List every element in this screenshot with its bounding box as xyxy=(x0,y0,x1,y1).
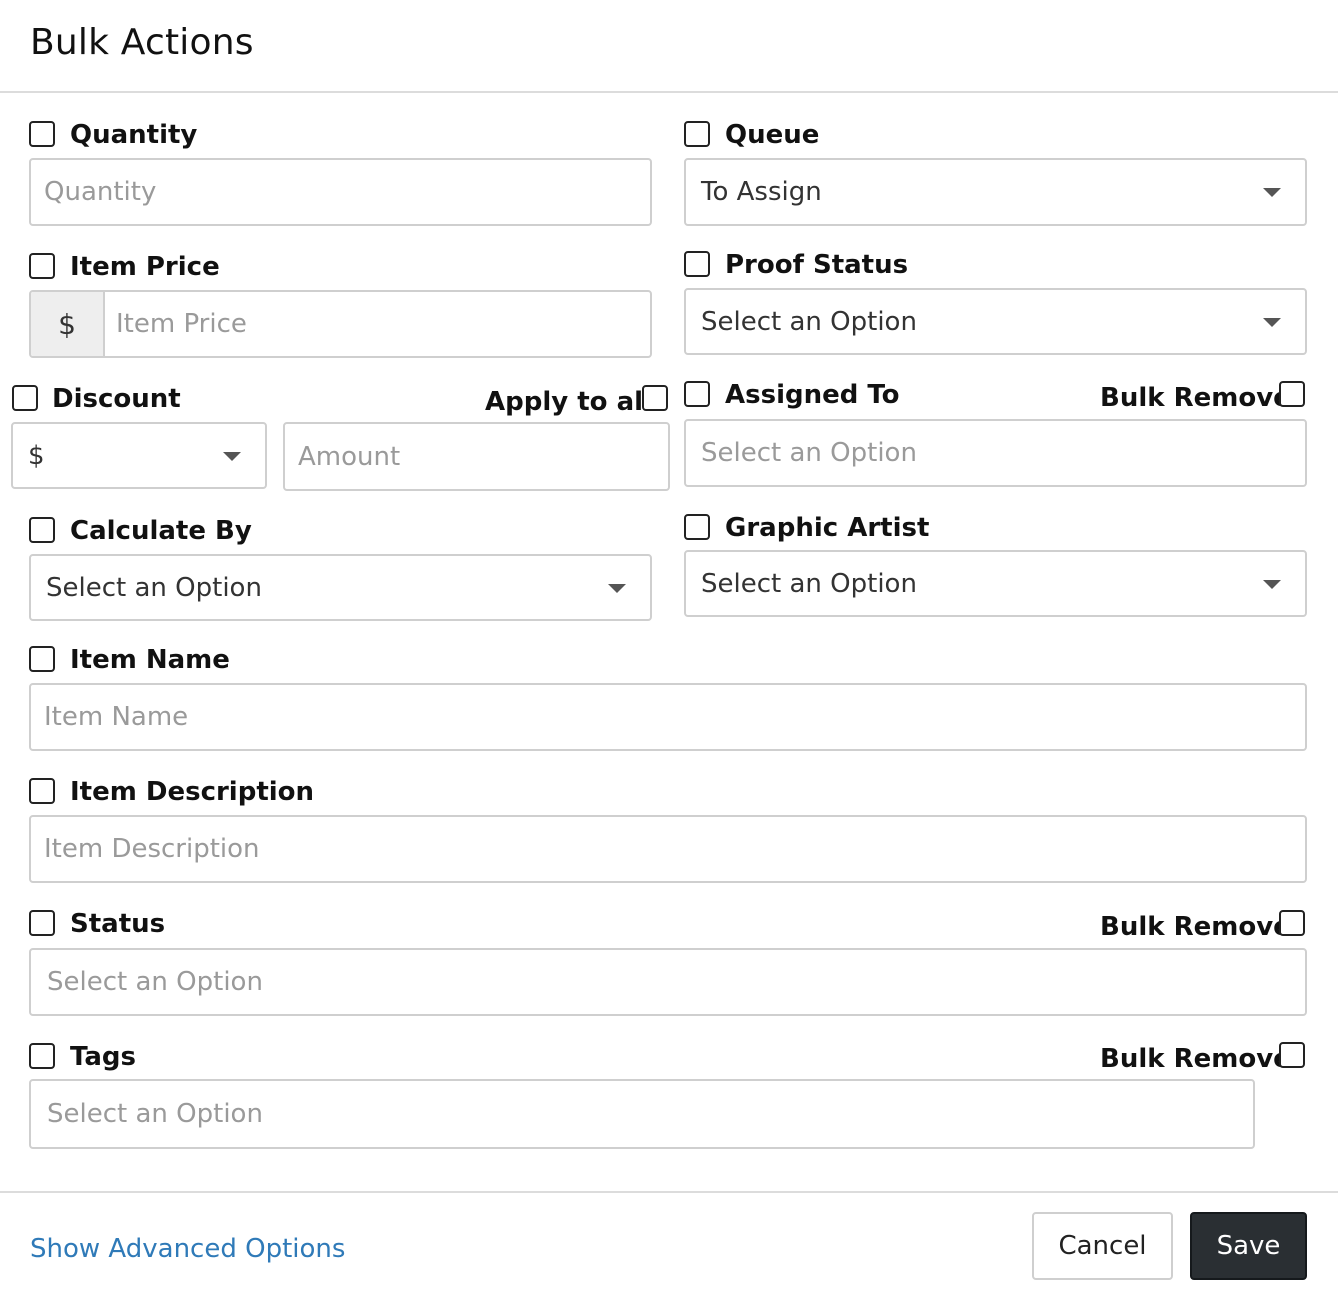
discount-type-select[interactable]: $ xyxy=(11,422,267,489)
dollar-prefix: $ xyxy=(31,292,105,356)
item-price-input[interactable]: $ Item Price xyxy=(29,290,652,358)
queue-label: Queue xyxy=(725,120,820,150)
header-divider xyxy=(0,91,1338,93)
show-advanced-options-link[interactable]: Show Advanced Options xyxy=(30,1234,345,1264)
item-description-label: Item Description xyxy=(70,777,315,807)
tags-checkbox[interactable] xyxy=(29,1043,55,1069)
caret-down-icon xyxy=(223,452,241,461)
discount-label: Discount xyxy=(52,384,181,414)
quantity-input[interactable]: Quantity xyxy=(29,158,652,226)
status-select[interactable]: Select an Option xyxy=(29,948,1307,1016)
item-price-label: Item Price xyxy=(70,252,220,282)
assigned-to-placeholder: Select an Option xyxy=(701,438,917,468)
assigned-to-label: Assigned To xyxy=(725,380,900,410)
item-description-input[interactable]: Item Description xyxy=(29,815,1307,883)
caret-down-icon xyxy=(1263,318,1281,327)
proof-status-label: Proof Status xyxy=(725,250,909,280)
item-description-checkbox[interactable] xyxy=(29,778,55,804)
cancel-button[interactable]: Cancel xyxy=(1032,1212,1173,1280)
item-name-checkbox[interactable] xyxy=(29,646,55,672)
assigned-to-checkbox[interactable] xyxy=(684,381,710,407)
status-checkbox[interactable] xyxy=(29,910,55,936)
tags-placeholder: Select an Option xyxy=(47,1099,263,1129)
graphic-artist-select[interactable]: Select an Option xyxy=(684,550,1307,617)
calculate-by-select[interactable]: Select an Option xyxy=(29,554,652,621)
graphic-artist-label: Graphic Artist xyxy=(725,513,930,543)
graphic-artist-value: Select an Option xyxy=(701,568,917,599)
item-price-checkbox[interactable] xyxy=(29,253,55,279)
status-label: Status xyxy=(70,909,166,939)
discount-type-value: $ xyxy=(28,440,45,471)
calculate-by-label: Calculate By xyxy=(70,516,252,546)
assigned-to-bulk-remove-label: Bulk Remove xyxy=(1100,383,1291,413)
status-bulk-remove-checkbox[interactable] xyxy=(1279,910,1305,936)
save-button[interactable]: Save xyxy=(1190,1212,1307,1280)
discount-amount-placeholder: Amount xyxy=(298,441,401,472)
proof-status-select[interactable]: Select an Option xyxy=(684,288,1307,355)
dialog-title: Bulk Actions xyxy=(30,22,254,63)
proof-status-checkbox[interactable] xyxy=(684,251,710,277)
footer-divider xyxy=(0,1191,1338,1193)
caret-down-icon xyxy=(1263,188,1281,197)
queue-value: To Assign xyxy=(701,177,822,207)
queue-select[interactable]: To Assign xyxy=(684,158,1307,226)
tags-bulk-remove-label: Bulk Remove xyxy=(1100,1044,1291,1074)
item-name-input[interactable]: Item Name xyxy=(29,683,1307,751)
calculate-by-checkbox[interactable] xyxy=(29,517,55,543)
quantity-placeholder: Quantity xyxy=(44,177,157,207)
item-name-placeholder: Item Name xyxy=(44,702,189,732)
assigned-to-select[interactable]: Select an Option xyxy=(684,419,1307,487)
assigned-to-bulk-remove-checkbox[interactable] xyxy=(1279,381,1305,407)
apply-to-all-label: Apply to all xyxy=(485,387,652,417)
tags-bulk-remove-checkbox[interactable] xyxy=(1279,1042,1305,1068)
graphic-artist-checkbox[interactable] xyxy=(684,514,710,540)
discount-checkbox[interactable] xyxy=(12,385,38,411)
discount-amount-input[interactable]: Amount xyxy=(283,422,670,491)
proof-status-value: Select an Option xyxy=(701,306,917,337)
status-bulk-remove-label: Bulk Remove xyxy=(1100,912,1291,942)
tags-label: Tags xyxy=(70,1042,137,1072)
apply-to-all-checkbox[interactable] xyxy=(642,385,668,411)
item-description-placeholder: Item Description xyxy=(44,834,260,864)
status-placeholder: Select an Option xyxy=(47,967,263,997)
item-price-placeholder: Item Price xyxy=(116,309,247,339)
calculate-by-value: Select an Option xyxy=(46,572,262,603)
item-name-label: Item Name xyxy=(70,645,230,675)
tags-select[interactable]: Select an Option xyxy=(29,1079,1255,1149)
quantity-label: Quantity xyxy=(70,120,198,150)
queue-checkbox[interactable] xyxy=(684,121,710,147)
quantity-checkbox[interactable] xyxy=(29,121,55,147)
caret-down-icon xyxy=(608,584,626,593)
caret-down-icon xyxy=(1263,580,1281,589)
